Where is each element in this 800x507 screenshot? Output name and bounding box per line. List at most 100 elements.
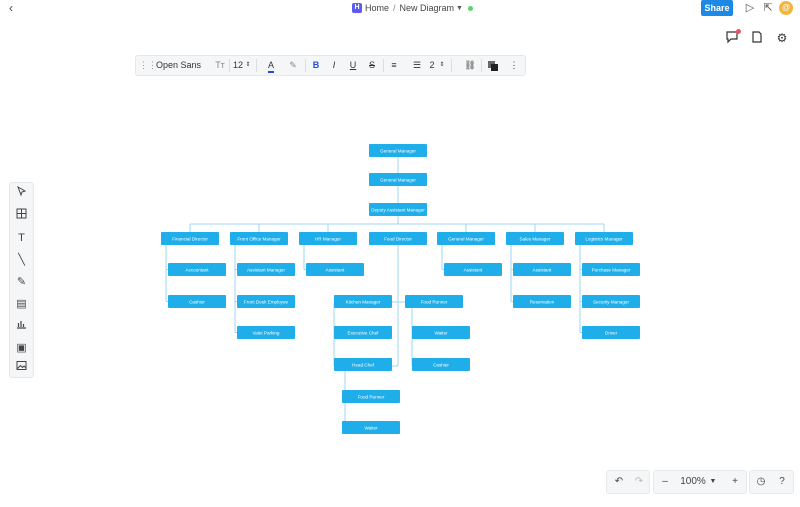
org-chart-node[interactable]: Head Chef xyxy=(334,358,392,371)
org-chart-node[interactable]: Assistant xyxy=(306,263,364,276)
underline-icon[interactable]: U xyxy=(346,56,360,75)
link-icon[interactable]: ⛓ xyxy=(463,56,477,75)
text-tool-icon[interactable]: T xyxy=(13,230,30,247)
text-style-icon[interactable]: Tт xyxy=(214,56,226,75)
org-chart-node[interactable]: Food Runner xyxy=(342,390,400,403)
org-chart-node[interactable]: Food Runner xyxy=(405,295,463,308)
org-chart-node[interactable]: Security Manager xyxy=(582,295,640,308)
org-chart-node[interactable]: General Manager xyxy=(369,173,427,186)
node-label: Front Office Manager xyxy=(237,236,281,241)
divider xyxy=(451,59,452,72)
breadcrumb: H Home / New Diagram ▼ xyxy=(352,2,473,14)
avatar[interactable]: @ xyxy=(779,1,793,15)
divider xyxy=(305,59,306,72)
node-label: Head Chef xyxy=(352,362,375,367)
node-label: Logistics Manager xyxy=(585,236,623,241)
org-chart-node[interactable]: Valet Parking xyxy=(237,326,295,339)
org-chart-node[interactable]: Financial Director xyxy=(161,232,219,245)
node-label: Assistant Manager xyxy=(247,267,286,272)
org-chart-node[interactable]: Deputy Assistant Manager xyxy=(369,203,427,216)
format-toolbar: ⋮⋮ Open Sans Tт 12 ⇕ A ✎ B I U S ≡ ☰ 2 ⇕… xyxy=(135,55,526,76)
page-icon-svg xyxy=(752,31,762,43)
org-chart-node[interactable]: Cashier xyxy=(168,295,226,308)
bold-icon[interactable]: B xyxy=(309,56,323,75)
layer-icon[interactable] xyxy=(486,56,500,75)
org-chart-node[interactable]: General Manager xyxy=(369,144,427,157)
page-icon[interactable] xyxy=(749,30,765,46)
org-chart-node[interactable]: Waiter xyxy=(342,421,400,434)
line-spacing-stepper-icon[interactable]: ⇕ xyxy=(438,56,446,75)
font-size-stepper-icon[interactable]: ⇕ xyxy=(244,56,252,75)
zoom-level[interactable]: 100% xyxy=(678,471,708,493)
line-tool-icon[interactable]: ╲ xyxy=(13,252,30,269)
saved-status-dot xyxy=(467,5,473,11)
org-chart-node[interactable]: Sales Manager xyxy=(506,232,564,245)
pen-tool-icon[interactable]: ✎ xyxy=(13,274,30,291)
org-chart-node[interactable]: HR Manager xyxy=(299,232,357,245)
help-group: ◷ ? xyxy=(749,470,794,494)
chevron-down-icon[interactable]: ▼ xyxy=(708,471,718,493)
org-chart-node[interactable]: Front Office Manager xyxy=(230,232,288,245)
font-family-select[interactable]: Open Sans xyxy=(156,56,204,75)
org-chart-node[interactable]: Assistant xyxy=(444,263,502,276)
org-chart-node[interactable]: Executive Chef xyxy=(334,326,392,339)
line-spacing-value[interactable]: 2 xyxy=(427,56,437,75)
chevron-left-icon[interactable]: ‹ xyxy=(4,1,18,15)
bottom-bar: ↶ ↷ – 100% ▼ + ◷ ? xyxy=(606,470,794,494)
highlight-icon[interactable]: ✎ xyxy=(286,56,300,75)
org-chart-node[interactable]: Assistant Manager xyxy=(237,263,295,276)
org-chart-node[interactable]: Food Director xyxy=(369,232,427,245)
breadcrumb-separator: / xyxy=(393,3,396,13)
org-chart-node[interactable]: Assistant xyxy=(513,263,571,276)
redo-icon[interactable]: ↷ xyxy=(629,471,649,493)
node-label: Deputy Assistant Manager xyxy=(371,207,425,212)
drag-handle-icon[interactable]: ⋮⋮ xyxy=(139,56,157,75)
zoom-in-button[interactable]: + xyxy=(726,471,744,493)
table-tool-icon[interactable]: ▤ xyxy=(13,296,30,313)
breadcrumb-home[interactable]: Home xyxy=(365,3,389,13)
more-options-icon[interactable]: ⋮ xyxy=(508,56,520,75)
chart-tool-icon[interactable] xyxy=(13,318,30,335)
chevron-down-icon[interactable]: ▼ xyxy=(456,5,463,12)
node-label: Financial Director xyxy=(172,236,208,241)
node-label: General Manager xyxy=(380,148,416,153)
org-chart-node[interactable]: Accountant xyxy=(168,263,226,276)
gear-icon[interactable]: ⚙ xyxy=(774,30,790,46)
org-chart-node[interactable]: Front Desk Employee xyxy=(237,295,295,308)
document-title[interactable]: New Diagram xyxy=(400,3,455,13)
node-label: Reservation xyxy=(530,299,555,304)
zoom-out-button[interactable]: – xyxy=(656,471,674,493)
shapes-icon[interactable] xyxy=(13,208,30,225)
help-icon[interactable]: ? xyxy=(772,471,792,493)
align-left-icon[interactable]: ≡ xyxy=(387,56,401,75)
org-chart-node[interactable]: Cashier xyxy=(412,358,470,371)
org-chart-node[interactable]: General Manager xyxy=(437,232,495,245)
divider xyxy=(229,59,230,72)
export-icon[interactable]: ⇱ xyxy=(761,1,775,15)
history-group: ↶ ↷ xyxy=(606,470,650,494)
font-size-value[interactable]: 12 xyxy=(231,56,245,75)
image-tool-icon[interactable] xyxy=(13,360,30,377)
play-icon[interactable]: ▷ xyxy=(743,1,757,15)
node-label: Assistant xyxy=(464,267,483,272)
node-label: Valet Parking xyxy=(253,330,280,335)
history-icon[interactable]: ◷ xyxy=(751,471,771,493)
node-label: Food Director xyxy=(384,236,412,241)
line-spacing-icon[interactable]: ☰ xyxy=(410,56,424,75)
org-chart-node[interactable]: Waiter xyxy=(412,326,470,339)
strikethrough-icon[interactable]: S xyxy=(365,56,379,75)
comment-icon[interactable] xyxy=(724,29,741,46)
org-chart-node[interactable]: Reservation xyxy=(513,295,571,308)
org-chart-node[interactable]: Kitchen Manager xyxy=(334,295,392,308)
frame-tool-icon[interactable]: ▣ xyxy=(13,340,30,357)
share-button[interactable]: Share xyxy=(701,0,733,16)
undo-icon[interactable]: ↶ xyxy=(609,471,629,493)
font-color-icon[interactable]: A xyxy=(264,56,278,75)
pointer-icon[interactable] xyxy=(13,185,30,203)
org-chart-node[interactable]: Purchase Manager xyxy=(582,263,640,276)
node-label: Kitchen Manager xyxy=(346,299,381,304)
italic-icon[interactable]: I xyxy=(327,56,341,75)
notification-dot xyxy=(736,29,741,34)
org-chart-node[interactable]: Driver xyxy=(582,326,640,339)
org-chart-node[interactable]: Logistics Manager xyxy=(575,232,633,245)
